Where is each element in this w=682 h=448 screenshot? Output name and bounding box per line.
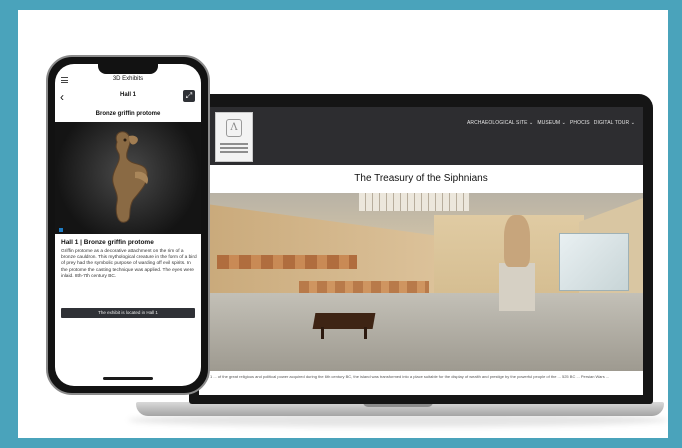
phone-notch: [98, 64, 158, 74]
logo-wordmark: [220, 143, 248, 155]
site-header: Λ ARCHAEOLOGICAL SITE ⌄ MUSEUM ⌄ PHOCIS …: [199, 107, 643, 165]
page-title: The Treasury of the Siphnians: [199, 165, 643, 193]
virtual-tour-view[interactable]: [199, 193, 643, 371]
frieze-relief-lower: [299, 281, 429, 293]
expand-icon[interactable]: ⤢: [183, 90, 195, 102]
frieze-relief: [217, 255, 357, 269]
statue-pedestal: [499, 263, 535, 311]
exhibit-info-title: Hall 1 | Bronze griffin protome: [61, 239, 154, 246]
app-topbar: 3D Exhibits: [55, 75, 201, 87]
gallery-skylight: [359, 193, 469, 211]
location-button[interactable]: The exhibit is located in Hall 1: [61, 308, 195, 318]
hall-title: Hall 1: [119, 92, 136, 98]
nav-museum[interactable]: MUSEUM ⌄: [537, 120, 566, 126]
exhibit-name: Bronze griffin protome: [95, 111, 161, 117]
phone-screen: 3D Exhibits ‹ Hall 1 ⤢ Bronze griffin pr…: [55, 64, 201, 386]
gallery-bench-legs: [321, 327, 367, 339]
tour-caption: Hall 1 ... of the great religious and po…: [199, 371, 643, 395]
home-indicator: [103, 377, 153, 380]
app-title: 3D Exhibits: [112, 76, 144, 82]
nav-archaeological-site[interactable]: ARCHAEOLOGICAL SITE ⌄: [467, 120, 533, 126]
exhibit-description: Griffin protome as a decorative attachme…: [61, 249, 197, 279]
viewer-indicator: [59, 228, 63, 232]
sphinx-statue: [504, 215, 530, 267]
griffin-protome-model: [112, 131, 149, 223]
promo-card: Λ ARCHAEOLOGICAL SITE ⌄ MUSEUM ⌄ PHOCIS …: [18, 10, 668, 438]
phone-frame: 3D Exhibits ‹ Hall 1 ⤢ Bronze griffin pr…: [46, 55, 210, 395]
gallery-floor: [199, 293, 643, 371]
museum-logo[interactable]: Λ: [215, 112, 253, 162]
nav-phocis[interactable]: PHOCIS: [570, 120, 590, 126]
nav-digital-tour[interactable]: DIGITAL TOUR ⌄: [594, 120, 635, 126]
logo-emblem-icon: Λ: [226, 119, 242, 137]
app-subbar: ‹ Hall 1 ⤢: [55, 90, 201, 106]
site-nav: ARCHAEOLOGICAL SITE ⌄ MUSEUM ⌄ PHOCIS DI…: [467, 120, 635, 126]
display-case: [559, 233, 629, 291]
3d-model-viewer[interactable]: [55, 122, 201, 234]
laptop-screen: Λ ARCHAEOLOGICAL SITE ⌄ MUSEUM ⌄ PHOCIS …: [199, 107, 643, 395]
